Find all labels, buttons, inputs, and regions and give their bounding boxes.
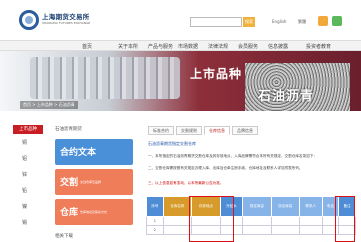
content-heading: 石油沥青期货指定交割仓库 <box>148 141 196 146</box>
table-cell <box>242 216 272 226</box>
paragraph: 二、交割仓库需按照有关规定办理入库、出库及仓单注册手续，仓库地址及联系人详见附表… <box>148 166 303 170</box>
delivery-label: 交割 <box>60 178 79 188</box>
sidebar-item[interactable]: 铅 <box>22 187 27 194</box>
table-header: 联系人 <box>298 196 323 217</box>
main-content: 标准合约 交割规则 仓库信息 品牌信息 石油沥青期货指定交割仓库 一、本所指定的… <box>143 121 361 242</box>
delivery-button[interactable]: 交割 交割仓库及品牌 <box>55 169 133 195</box>
weibo-icon[interactable] <box>318 16 328 26</box>
paragraph: 三、以上信息如有变动，以本所最新公告为准。 <box>148 181 224 185</box>
nav-home[interactable]: 首页 <box>82 43 92 50</box>
table-cell <box>162 216 193 226</box>
product-column: 石油沥青期货 合约文本 交割 交割仓库及品牌 仓库 仓库地址及联系方式 相关下载 <box>55 121 133 242</box>
english-link[interactable]: English <box>272 19 286 24</box>
nav-members[interactable]: 会员服务 <box>238 43 258 50</box>
contract-text-button[interactable]: 合约文本 <box>55 139 133 165</box>
table-cell <box>298 216 323 226</box>
highlight-box <box>189 196 234 242</box>
banner-cylinder-image <box>30 57 180 99</box>
table-cell <box>270 225 300 235</box>
table-header: 核定库容 <box>242 196 272 217</box>
nav-products[interactable]: 产品与服务 <box>148 43 173 50</box>
sidebar-item[interactable]: 铜 <box>22 139 27 146</box>
sidebar-item[interactable]: 锌 <box>22 171 27 178</box>
highlight-box <box>335 196 355 242</box>
sidebar-item[interactable]: 铝 <box>22 155 27 162</box>
table-cell <box>162 225 193 235</box>
logo-subtitle: SHANGHAI FUTURES EXCHANGE <box>42 21 91 25</box>
table-cell <box>270 216 300 226</box>
logo-text[interactable]: 上海期货交易所 <box>42 11 90 21</box>
hero-banner: 上市品种 石油沥青 首页 > 上市品种 > 石油沥青 <box>0 51 361 111</box>
breadcrumb[interactable]: 首页 > 上市品种 > 石油沥青 <box>20 101 78 109</box>
downloads-heading: 相关下载 <box>55 234 73 239</box>
table-header: 序号 <box>146 196 164 217</box>
left-sidebar: 上市品种 铜 铝 锌 铅 镍 锡 <box>0 121 50 242</box>
tab-contract[interactable]: 标准合约 <box>148 126 174 135</box>
sidebar-item[interactable]: 镍 <box>22 203 27 210</box>
table-row: 1 <box>146 216 356 226</box>
nav-disclosure[interactable]: 信息披露 <box>268 43 288 50</box>
tab-delivery-rules[interactable]: 交割规则 <box>176 126 202 135</box>
logo-icon[interactable] <box>19 10 39 30</box>
search-input[interactable] <box>190 17 242 27</box>
wechat-icon[interactable] <box>332 16 342 26</box>
sidebar-item[interactable]: 锡 <box>22 219 27 226</box>
tab-brand[interactable]: 品牌信息 <box>232 126 258 135</box>
warehouse-button[interactable]: 仓库 仓库地址及联系方式 <box>55 199 133 225</box>
table-cell <box>298 225 323 235</box>
site-header: 上海期货交易所 SHANGHAI FUTURES EXCHANGE 搜索 Eng… <box>0 0 361 40</box>
sidebar-header[interactable]: 上市品种 <box>13 125 43 134</box>
banner-subtitle: 石油沥青 <box>258 89 315 104</box>
table-row: 2 <box>146 225 356 235</box>
table-cell: 1 <box>146 216 164 226</box>
nav-about[interactable]: 关于本所 <box>118 43 138 50</box>
nav-market-data[interactable]: 市场数据 <box>178 43 198 50</box>
banner-title: 上市品种 <box>190 67 243 81</box>
delivery-sub: 交割仓库及品牌 <box>80 180 102 184</box>
product-title: 石油沥青期货 <box>55 127 82 132</box>
table-header: 仓库名称 <box>162 196 193 217</box>
tab-warehouse[interactable]: 仓库信息 <box>204 126 230 135</box>
search-button[interactable]: 搜索 <box>243 17 255 27</box>
nav-law[interactable]: 法律法规 <box>208 43 228 50</box>
table-cell: 2 <box>146 225 164 235</box>
main-nav: 首页 关于本所 产品与服务 市场数据 法律法规 会员服务 信息披露 投资者教育 <box>0 40 361 51</box>
contract-text-label: 合约文本 <box>60 148 97 158</box>
table-header: 协议库容 <box>270 196 300 217</box>
warehouse-label: 仓库 <box>60 208 79 218</box>
warehouse-sub: 仓库地址及联系方式 <box>80 210 108 214</box>
warehouse-table: 序号 仓库名称 存放地点 升贴水 核定库容 协议库容 联系人 电话 备注 1 2 <box>146 196 356 235</box>
nav-education[interactable]: 投资者教育 <box>306 43 331 50</box>
table-cell <box>242 225 272 235</box>
traditional-link[interactable]: 繁體 <box>298 19 306 25</box>
table-header-row: 序号 仓库名称 存放地点 升贴水 核定库容 协议库容 联系人 电话 备注 <box>146 196 356 217</box>
paragraph: 一、本所指定的石油沥青期货交割仓库及其存放地点，入库品牌需符合本所有关规定，交割… <box>148 154 317 158</box>
